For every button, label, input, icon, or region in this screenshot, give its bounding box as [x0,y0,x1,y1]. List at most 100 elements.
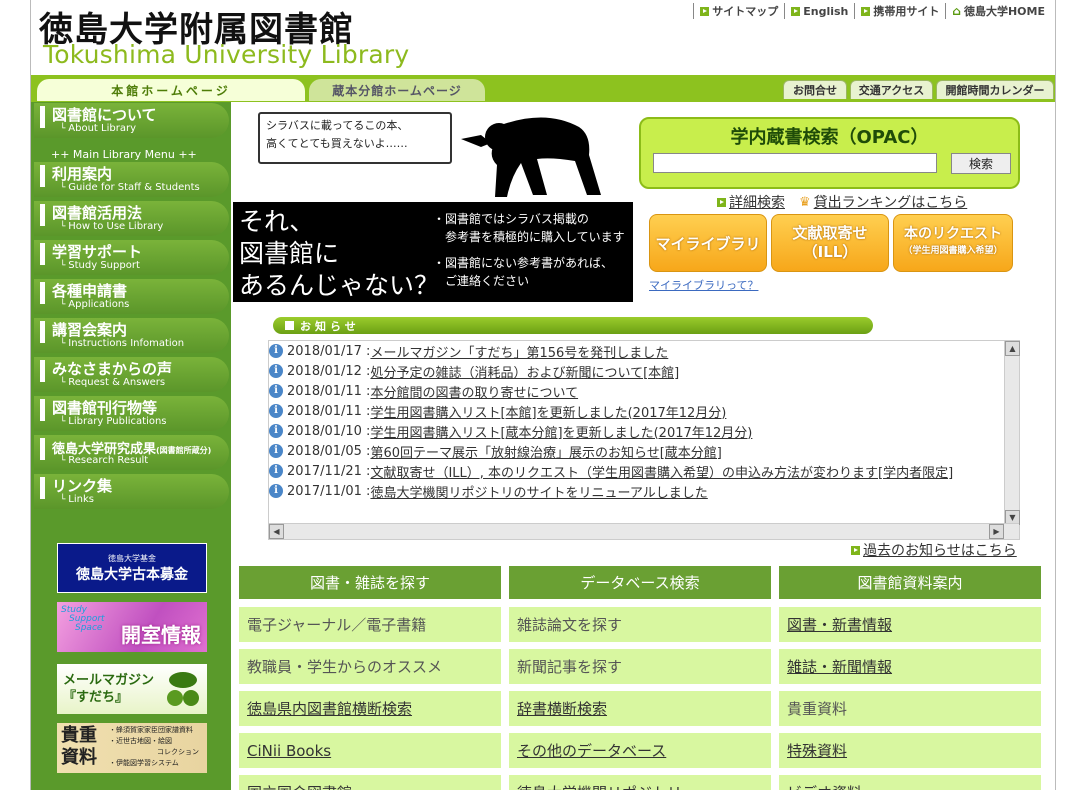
sidebar-bar [40,165,45,187]
book-request-button[interactable]: 本のリクエスト （学生用図書購入希望） [893,214,1013,272]
news-link[interactable]: メールマガジン「すだち」第156号を発刊しました [370,342,668,361]
category-link[interactable]: 貴重資料 [779,691,1041,726]
tab-main-library[interactable]: 本館ホームページ [37,79,305,101]
mag-banner-text: メールマガジン 『すだち』 [63,672,154,706]
site-title-en[interactable]: Tokushima University Library [43,40,409,69]
ad-note-line: ・図書館にない参考書があれば、 [433,256,614,270]
mylibrary-help-link[interactable]: マイライブラリって？ [649,277,758,293]
sidebar-bar [40,243,45,265]
sidebar-bar [40,477,45,499]
sidebar-item-about[interactable]: 図書館について About Library [34,103,229,138]
scroll-right-arrow-icon[interactable]: ▶ [989,524,1004,539]
mail-magazine-banner[interactable]: メールマガジン 『すだち』 [57,664,207,714]
news-link[interactable]: 学生用図書購入リスト[蔵本分館]を更新しました(2017年12月分) [370,422,752,441]
sidebar-item-label: 図書館刊行物等 [52,399,158,417]
sidebar-item-links[interactable]: リンク集 Links [34,474,229,509]
category-link[interactable]: 徳島大学機関リポジトリ [509,775,771,790]
fund-banner-title: 徳島大学古本募金 [76,566,188,583]
university-home-link[interactable]: ⌂ 徳島大学HOME [945,3,1051,19]
sidebar-item-instructions[interactable]: 講習会案内 Instructions Infomation [34,318,229,353]
sidebar-item-publications[interactable]: 図書館刊行物等 Library Publications [34,396,229,431]
sidebar-item-label-note: (図書館所蔵分) [156,446,212,455]
category-link[interactable]: 新聞記事を探す [509,649,771,684]
news-date: 2018/01/11 : [287,383,371,399]
past-news-link-wrap: 過去のお知らせはこちら [851,540,1017,560]
sidebar-item-sublabel: Guide for Staff & Students [60,182,200,193]
category-link[interactable]: 国立国会図書館 [239,775,501,790]
info-icon: i [269,344,283,358]
mylibrary-button[interactable]: マイライブラリ [649,214,767,272]
sidebar-item-label: 講習会案内 [52,321,128,339]
access-tab[interactable]: 交通アクセス [850,80,933,99]
news-vertical-scrollbar[interactable]: ▲ ▼ [1004,341,1020,525]
category-link[interactable]: 電子ジャーナル／電子書籍 [239,607,501,642]
ill-button[interactable]: 文献取寄せ （ILL） [771,214,889,272]
sidebar: 図書館について About Library ++ Main Library Me… [31,102,231,790]
rare-materials-banner[interactable]: 貴重 資料 ・蜂須賀家家臣団家譜資料 ・近世古地図・絵図 コレクション ・伊能図… [57,723,207,773]
mobile-site-link[interactable]: 携帯用サイト [854,3,945,19]
ad-headline-line: それ、 [239,207,315,236]
calendar-tab[interactable]: 開館時間カレンダー [936,80,1054,99]
category-link[interactable]: CiNii Books [239,733,501,768]
news-item: i 2018/01/17 : メールマガジン「すだち」第156号を発刊しました [269,341,668,361]
category-link[interactable]: 雑誌・新聞情報 [779,649,1041,684]
sidebar-item-label: みなさまからの声 [52,360,173,378]
sidebar-item-how-to-use[interactable]: 図書館活用法 How to Use Library [34,201,229,236]
news-item: i 2018/01/11 : 本分館間の図書の取り寄せについて [269,381,578,401]
sidebar-item-requests[interactable]: みなさまからの声 Request & Answers [34,357,229,392]
opac-search-button[interactable]: 検索 [951,153,1011,174]
news-link[interactable]: 徳島大学機関リポジトリのサイトをリニューアルしました [370,482,707,501]
category-link[interactable]: 雑誌論文を探す [509,607,771,642]
sidebar-bar [40,282,45,304]
study-banner-title: 開室情報 [121,623,201,647]
sidebar-item-guide[interactable]: 利用案内 Guide for Staff & Students [34,162,229,197]
category-link[interactable]: 教職員・学生からのオススメ [239,649,501,684]
category-link[interactable]: 特殊資料 [779,733,1041,768]
news-link[interactable]: 本分館間の図書の取り寄せについて [370,382,578,401]
sidebar-item-study-support[interactable]: 学習サポート Study Support [34,240,229,275]
opac-search-input[interactable] [653,153,937,173]
mag-banner-line: 『すだち』 [63,690,129,705]
rare-banner-title: 貴重 資料 [61,725,97,769]
category-head-materials: 図書館資料案内 [779,566,1041,599]
fund-banner-small: 徳島大学基金 [108,553,156,563]
sidebar-bar [40,360,45,382]
category-link[interactable]: 図書・新書情報 [779,607,1041,642]
tab-branch-library[interactable]: 蔵本分館ホームページ [309,79,485,101]
contact-tab[interactable]: お問合せ [783,80,847,99]
news-link[interactable]: 処分予定の雑誌（消耗品）および新聞について[本館] [370,362,679,381]
arrow-box-icon [861,6,871,16]
news-link[interactable]: 第60回テーマ展示「放射線治療」展示のお知らせ[蔵本分館] [370,442,721,461]
english-link[interactable]: English [784,3,854,19]
mylibrary-label: マイライブラリ [655,234,761,253]
sidebar-bar [40,438,45,460]
news-date: 2018/01/12 : [287,363,371,379]
past-news-link[interactable]: 過去のお知らせはこちら [863,540,1017,560]
scroll-left-arrow-icon[interactable]: ◀ [269,524,284,539]
study-banner-words: Study Support Space [61,606,105,633]
sidebar-item-research[interactable]: 徳島大学研究成果(図書館所蔵分) Research Result [34,435,229,470]
scroll-up-arrow-icon[interactable]: ▲ [1005,341,1020,356]
news-link[interactable]: 文献取寄せ（ILL）, 本のリクエスト（学生用図書購入希望）の申込み方法が変わり… [370,462,953,481]
request-label: 本のリクエスト [904,226,1002,242]
detail-search-link[interactable]: 詳細検索 [729,192,785,212]
news-horizontal-scrollbar[interactable]: ◀ ▶ [269,523,1019,539]
rare-banner-line: ・伊能図学習システム [109,759,179,767]
study-support-space-banner[interactable]: Study Support Space 開室情報 [57,602,207,652]
category-link[interactable]: その他のデータベース [509,733,771,768]
category-link[interactable]: ビデオ資料 [779,775,1041,790]
news-heading: お知らせ [300,319,360,333]
ad-headline: それ、 図書館に あるんじゃない？ [239,206,439,302]
category-link[interactable]: 徳島県内図書館横断検索 [239,691,501,726]
category-link[interactable]: 辞書横断検索 [509,691,771,726]
news-link[interactable]: 学生用図書購入リスト[本館]を更新しました(2017年12月分) [370,402,726,421]
page-frame: 徳島大学附属図書館 Tokushima University Library サ… [30,0,1056,790]
info-icon: i [269,404,283,418]
english-label: English [803,4,849,18]
sidebar-item-applications[interactable]: 各種申請書 Applications [34,279,229,314]
syllabus-ad-banner[interactable]: シラバスに載ってるこの本、 高くてとても買えないよ…… それ、 図書館に あるん… [233,102,633,302]
page: 徳島大学附属図書館 Tokushima University Library サ… [0,0,1085,790]
used-book-fund-banner[interactable]: 徳島大学基金 徳島大学古本募金 [57,543,207,593]
ranking-link[interactable]: 貸出ランキングはこちら [814,192,968,212]
sitemap-link[interactable]: サイトマップ [693,3,784,19]
